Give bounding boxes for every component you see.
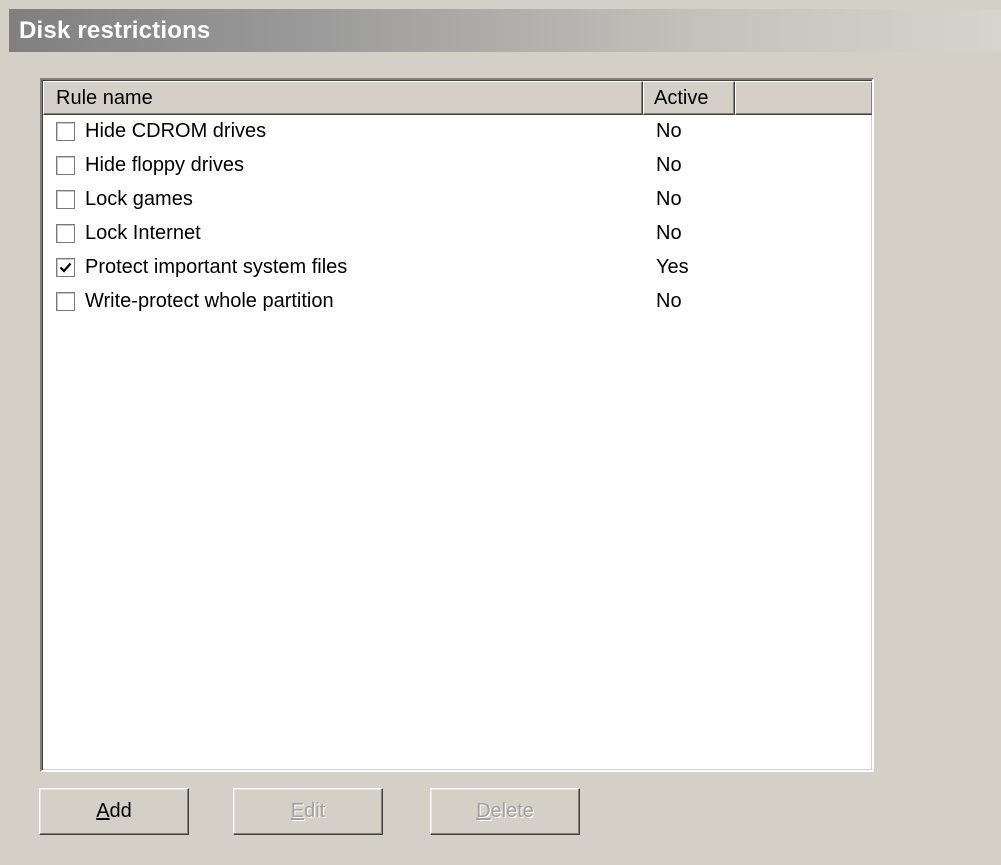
rule-checkbox[interactable]	[56, 156, 75, 175]
list-item[interactable]: Hide floppy drives No	[43, 149, 871, 183]
rule-active-value: No	[656, 188, 682, 210]
rule-name: Protect important system files	[85, 256, 348, 278]
list-item[interactable]: Protect important system files Yes	[43, 251, 871, 285]
column-header-filler	[735, 81, 872, 115]
rule-active-value: No	[656, 154, 682, 176]
add-button-mnemonic: A	[96, 800, 110, 822]
edit-button-mnemonic: E	[290, 800, 305, 822]
add-button-label: dd	[109, 800, 132, 822]
edit-button[interactable]: Edit	[233, 788, 383, 835]
rule-active-value: No	[656, 290, 682, 312]
edit-button-label: dit	[304, 800, 326, 822]
rule-checkbox[interactable]	[56, 224, 75, 243]
add-button[interactable]: Add	[39, 788, 189, 835]
list-item[interactable]: Lock Internet No	[43, 217, 871, 251]
disk-restrictions-page: Disk restrictions Rule name Active Hide …	[0, 0, 1001, 865]
checkmark-icon	[59, 262, 72, 273]
rule-name: Hide CDROM drives	[85, 120, 267, 142]
rule-active-value: No	[656, 222, 682, 244]
section-header: Disk restrictions	[9, 9, 1001, 52]
rule-name: Lock Internet	[85, 222, 201, 244]
list-body: Hide CDROM drives No Hide floppy drives …	[43, 115, 871, 769]
rule-name: Lock games	[85, 188, 193, 210]
rule-checkbox[interactable]	[56, 258, 75, 277]
delete-button[interactable]: Delete	[430, 788, 580, 835]
list-item[interactable]: Lock games No	[43, 183, 871, 217]
delete-button-label: elete	[490, 800, 534, 822]
list-item[interactable]: Hide CDROM drives No	[43, 115, 871, 149]
list-header: Rule name Active	[43, 81, 872, 115]
rule-checkbox[interactable]	[56, 122, 75, 141]
page-title: Disk restrictions	[19, 17, 211, 44]
rules-list[interactable]: Rule name Active Hide CDROM drives No Hi…	[40, 78, 874, 772]
list-item[interactable]: Write-protect whole partition No	[43, 285, 871, 319]
rule-active-value: No	[656, 120, 682, 142]
rule-checkbox[interactable]	[56, 190, 75, 209]
rule-checkbox[interactable]	[56, 292, 75, 311]
delete-button-mnemonic: D	[476, 800, 491, 822]
rule-active-value: Yes	[656, 256, 689, 278]
column-header-active[interactable]: Active	[643, 81, 735, 115]
rule-name: Write-protect whole partition	[85, 290, 334, 312]
rule-name: Hide floppy drives	[85, 154, 244, 176]
column-header-rule-name[interactable]: Rule name	[43, 81, 643, 115]
